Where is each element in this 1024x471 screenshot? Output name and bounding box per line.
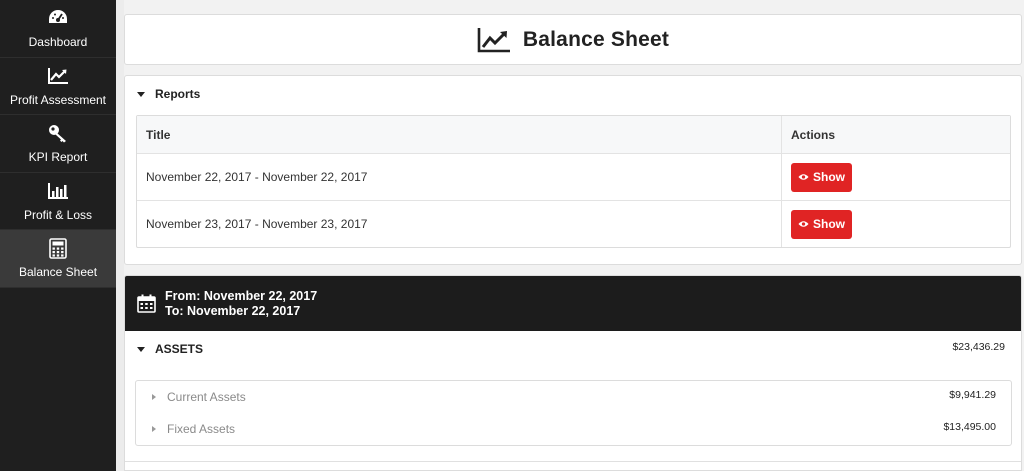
sidebar: Dashboard Profit Assessment KPI Report P…	[0, 0, 116, 471]
table-header-row: Title Actions	[137, 116, 1010, 153]
page-title: Balance Sheet	[522, 27, 670, 51]
balance-sheet-panel: From: November 22, 2017 To: November 22,…	[124, 275, 1022, 471]
caret-right-icon	[152, 426, 156, 432]
sidebar-item-profit-loss[interactable]: Profit & Loss	[0, 173, 116, 230]
assets-toggle[interactable]: ASSETS $23,436.29	[125, 331, 1021, 367]
caret-right-icon	[152, 394, 156, 400]
sidebar-item-label: Balance Sheet	[18, 265, 98, 280]
current-assets-amount: $9,941.29	[949, 389, 996, 401]
assets-breakdown: Current Assets $9,941.29 Fixed Assets $1…	[135, 380, 1012, 446]
reports-table: Title Actions November 22, 2017 - Novemb…	[136, 115, 1011, 248]
sidebar-item-profit-assessment[interactable]: Profit Assessment	[0, 58, 116, 115]
reports-panel: Reports Title Actions November 22, 2017 …	[124, 75, 1022, 265]
line-chart-icon	[47, 65, 69, 87]
date-range: From: November 22, 2017 To: November 22,…	[165, 289, 317, 319]
show-report-button[interactable]: Show	[791, 209, 852, 239]
reports-toggle[interactable]: Reports	[137, 87, 200, 101]
sidebar-item-label: Dashboard	[28, 35, 88, 50]
fixed-assets-row[interactable]: Fixed Assets $13,495.00	[136, 413, 1011, 445]
page-header: Balance Sheet	[124, 14, 1022, 65]
date-from: From: November 22, 2017	[165, 288, 318, 303]
column-header-actions: Actions	[791, 127, 836, 142]
eye-icon	[798, 174, 809, 180]
column-header-title: Title	[137, 116, 782, 153]
show-report-button[interactable]: Show	[791, 162, 852, 192]
fixed-assets-amount: $13,495.00	[943, 421, 996, 433]
actions-cell: Show	[782, 201, 1010, 247]
current-assets-label: Current Assets	[167, 390, 246, 404]
sidebar-item-label: Profit Assessment	[9, 92, 107, 107]
line-chart-icon	[477, 27, 511, 53]
table-row: November 23, 2017 - November 23, 2017 Sh…	[137, 200, 1010, 247]
key-icon	[47, 122, 69, 144]
eye-icon	[798, 221, 809, 227]
assets-total: $23,436.29	[952, 341, 1005, 353]
show-button-label: Show	[813, 217, 845, 231]
date-to: To: November 22, 2017	[165, 303, 301, 318]
caret-down-icon	[137, 346, 145, 352]
caret-down-icon	[137, 91, 145, 97]
date-range-header: From: November 22, 2017 To: November 22,…	[125, 276, 1021, 331]
content-gutter	[116, 0, 124, 471]
sidebar-item-balance-sheet[interactable]: Balance Sheet	[0, 230, 116, 288]
sidebar-item-dashboard[interactable]: Dashboard	[0, 0, 116, 58]
report-title-cell: November 22, 2017 - November 22, 2017	[137, 154, 782, 200]
calculator-icon	[49, 237, 67, 259]
sidebar-item-kpi-report[interactable]: KPI Report	[0, 115, 116, 173]
sidebar-item-label: KPI Report	[28, 150, 88, 165]
divider	[125, 461, 1021, 462]
fixed-assets-label: Fixed Assets	[167, 422, 236, 436]
sidebar-item-label: Profit & Loss	[23, 207, 93, 222]
current-assets-row[interactable]: Current Assets $9,941.29	[136, 381, 1011, 413]
report-title-cell: November 23, 2017 - November 23, 2017	[137, 201, 782, 247]
calendar-icon	[137, 294, 156, 313]
assets-label: ASSETS	[155, 342, 204, 356]
actions-cell: Show	[782, 154, 1010, 200]
table-row: November 22, 2017 - November 22, 2017 Sh…	[137, 153, 1010, 200]
show-button-label: Show	[813, 170, 845, 184]
dashboard-icon	[47, 7, 69, 29]
bar-chart-icon	[47, 180, 69, 202]
reports-heading: Reports	[155, 87, 201, 101]
